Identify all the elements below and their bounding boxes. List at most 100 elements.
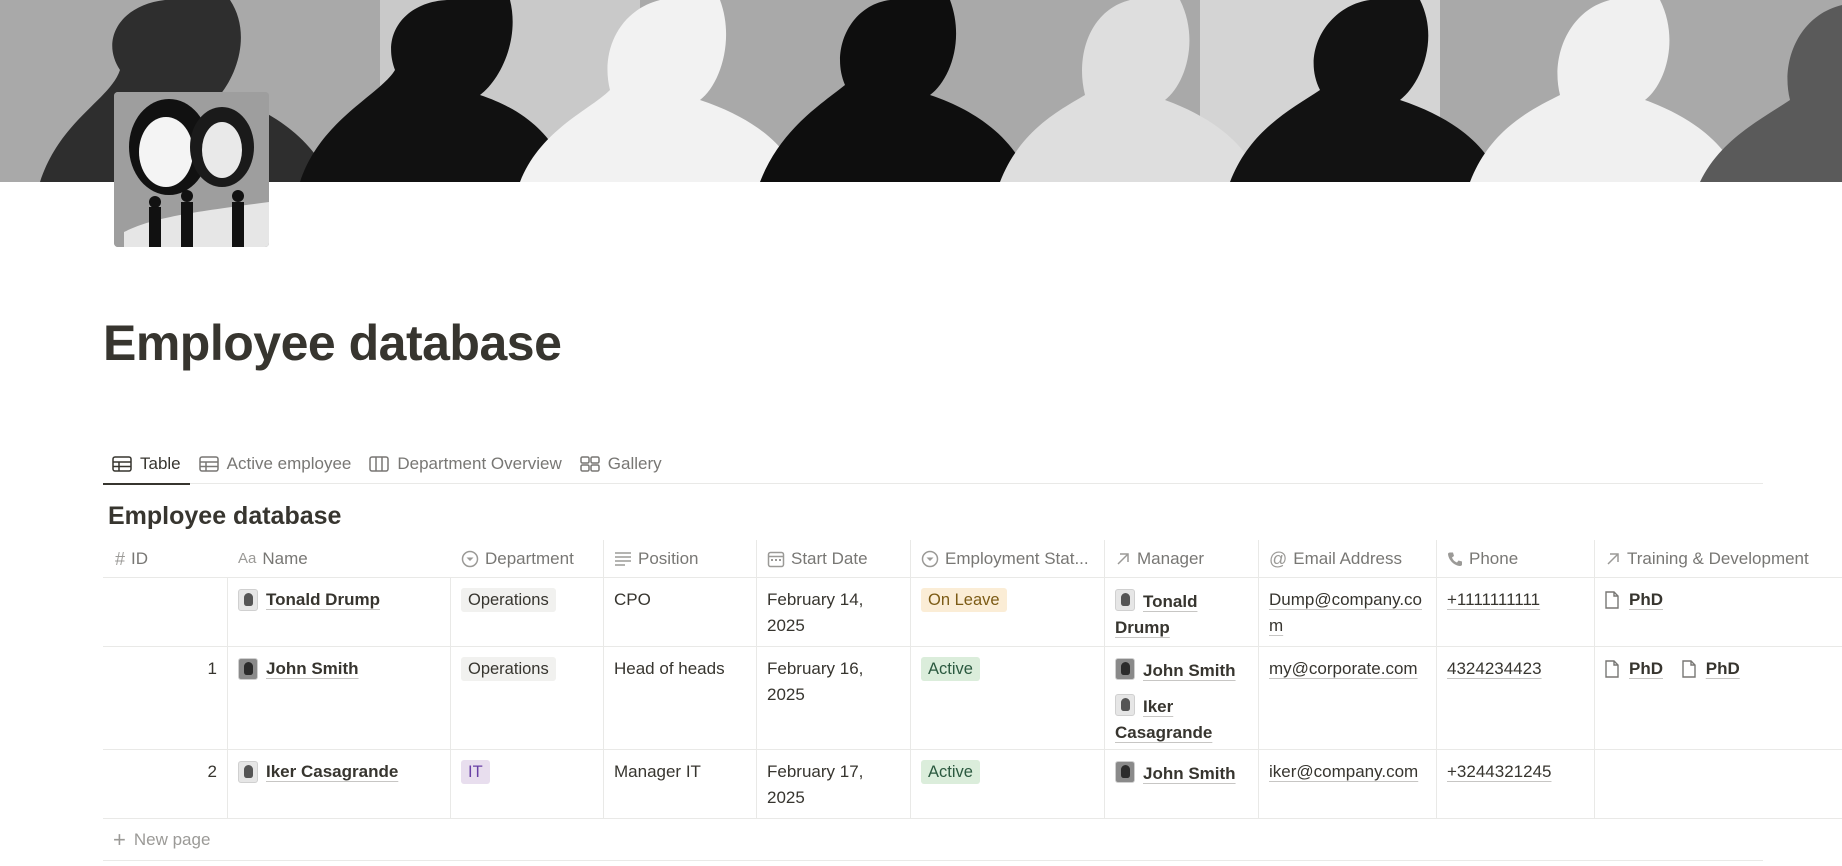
department-tag: Operations xyxy=(461,588,556,612)
manager-link[interactable]: Tonald Drump xyxy=(1115,587,1248,641)
cell-start-date[interactable]: February 16, 2025 xyxy=(757,647,911,749)
cell-manager[interactable]: John Smith Iker Casagrande xyxy=(1105,647,1259,749)
silhouettes-illustration xyxy=(0,0,1842,182)
cell-phone[interactable]: +3244321245 xyxy=(1437,750,1595,818)
phone-link[interactable]: +3244321245 xyxy=(1447,762,1551,781)
manager-link[interactable]: John Smith xyxy=(1115,656,1248,684)
avatar xyxy=(238,658,258,680)
cell-email[interactable]: my@corporate.com xyxy=(1259,647,1437,749)
column-header-manager[interactable]: Manager xyxy=(1105,540,1259,577)
tab-active-employee[interactable]: Active employee xyxy=(190,444,361,484)
new-page-button[interactable]: + New page xyxy=(103,819,1763,861)
cell-id[interactable]: 1 xyxy=(103,647,228,749)
cell-status[interactable]: Active xyxy=(911,647,1105,749)
cell-position[interactable]: Manager IT xyxy=(604,750,757,818)
email-link[interactable]: iker@company.com xyxy=(1269,762,1418,781)
avatar xyxy=(1115,694,1135,716)
cell-status[interactable]: On Leave xyxy=(911,578,1105,646)
cell-manager[interactable]: Tonald Drump xyxy=(1105,578,1259,646)
column-label: Phone xyxy=(1469,548,1519,568)
avatar xyxy=(1115,589,1135,611)
cell-position[interactable]: CPO xyxy=(604,578,757,646)
column-header-training[interactable]: Training & Development xyxy=(1595,540,1842,577)
tab-gallery[interactable]: Gallery xyxy=(571,444,671,484)
column-label: Start Date xyxy=(791,548,868,568)
column-header-email[interactable]: @ Email Address xyxy=(1259,540,1437,577)
cell-email[interactable]: Dump@company.com xyxy=(1259,578,1437,646)
new-page-label: New page xyxy=(133,829,211,849)
column-header-id[interactable]: # ID xyxy=(103,540,228,577)
plus-icon: + xyxy=(113,826,126,852)
cell-name[interactable]: Iker Casagrande xyxy=(228,750,451,818)
board-icon xyxy=(369,456,390,472)
column-label: Department xyxy=(485,548,574,568)
status-badge: On Leave xyxy=(921,588,1007,612)
cell-training[interactable]: PhD PhD xyxy=(1595,647,1842,749)
manager-link[interactable]: John Smith xyxy=(1115,759,1248,787)
number-icon: # xyxy=(115,548,126,569)
cell-department[interactable]: Operations xyxy=(451,578,604,646)
tab-label: Department Overview xyxy=(397,454,562,473)
manager-link[interactable]: Iker Casagrande xyxy=(1115,692,1248,746)
phone-link[interactable]: 4324234423 xyxy=(1447,659,1542,678)
cell-start-date[interactable]: February 17, 2025 xyxy=(757,750,911,818)
relation-arrow-icon xyxy=(1607,552,1619,565)
table-row[interactable]: 2 Iker Casagrande IT Manager IT February… xyxy=(103,750,1842,819)
avatar xyxy=(1115,658,1135,680)
column-label: Employment Stat... xyxy=(945,548,1089,568)
tab-department-overview[interactable]: Department Overview xyxy=(360,444,570,484)
page-title: Employee database xyxy=(103,315,562,371)
employee-link[interactable]: Iker Casagrande xyxy=(238,759,398,785)
training-link[interactable]: PhD xyxy=(1605,587,1663,613)
cover-image[interactable] xyxy=(0,0,1842,182)
cell-email[interactable]: iker@company.com xyxy=(1259,750,1437,818)
email-link[interactable]: Dump@company.com xyxy=(1269,590,1422,635)
table-row[interactable]: 1 John Smith Operations Head of heads Fe… xyxy=(103,647,1842,750)
status-icon xyxy=(921,550,939,567)
column-header-phone[interactable]: Phone xyxy=(1437,540,1595,577)
table-icon xyxy=(112,456,132,472)
column-header-department[interactable]: Department xyxy=(451,540,604,577)
tab-label: Table xyxy=(140,454,181,473)
employee-link[interactable]: John Smith xyxy=(238,656,359,682)
text-lines-icon xyxy=(615,551,631,566)
cell-training[interactable]: PhD xyxy=(1595,578,1842,646)
at-sign-icon: @ xyxy=(1269,548,1288,569)
cell-phone[interactable]: 4324234423 xyxy=(1437,647,1595,749)
cell-id[interactable] xyxy=(103,578,228,646)
department-tag: Operations xyxy=(461,657,556,681)
column-header-start-date[interactable]: Start Date xyxy=(757,540,911,577)
cell-id[interactable]: 2 xyxy=(103,750,228,818)
page-icon xyxy=(1605,660,1619,678)
column-header-employment-status[interactable]: Employment Stat... xyxy=(911,540,1105,577)
email-link[interactable]: my@corporate.com xyxy=(1269,659,1418,678)
cell-phone[interactable]: +1111111111 xyxy=(1437,578,1595,646)
database-title[interactable]: Employee database xyxy=(108,502,341,531)
page-icon xyxy=(1682,660,1696,678)
table-row[interactable]: Tonald Drump Operations CPO February 14,… xyxy=(103,578,1842,647)
employee-name: Iker Casagrande xyxy=(266,762,399,781)
cell-name[interactable]: Tonald Drump xyxy=(228,578,451,646)
page-icon[interactable] xyxy=(114,92,269,247)
column-label: Email Address xyxy=(1293,548,1402,568)
column-header-position[interactable]: Position xyxy=(604,540,757,577)
cell-department[interactable]: Operations xyxy=(451,647,604,749)
training-link[interactable]: PhD xyxy=(1605,656,1663,682)
training-name: PhD xyxy=(1629,659,1663,678)
cell-name[interactable]: John Smith xyxy=(228,647,451,749)
cell-start-date[interactable]: February 14, 2025 xyxy=(757,578,911,646)
phone-link[interactable]: +1111111111 xyxy=(1447,590,1540,609)
cell-position[interactable]: Head of heads xyxy=(604,647,757,749)
training-link[interactable]: PhD xyxy=(1682,656,1740,682)
employee-link[interactable]: Tonald Drump xyxy=(238,587,380,613)
cell-training[interactable] xyxy=(1595,750,1842,818)
cell-department[interactable]: IT xyxy=(451,750,604,818)
column-header-name[interactable]: Aa Name xyxy=(228,540,451,577)
phone-icon xyxy=(1448,552,1462,566)
manager-name: John Smith xyxy=(1143,764,1236,783)
tab-table[interactable]: Table xyxy=(103,444,190,485)
relation-arrow-icon xyxy=(1117,552,1129,565)
column-label: Position xyxy=(638,548,699,568)
cell-status[interactable]: Active xyxy=(911,750,1105,818)
cell-manager[interactable]: John Smith xyxy=(1105,750,1259,818)
